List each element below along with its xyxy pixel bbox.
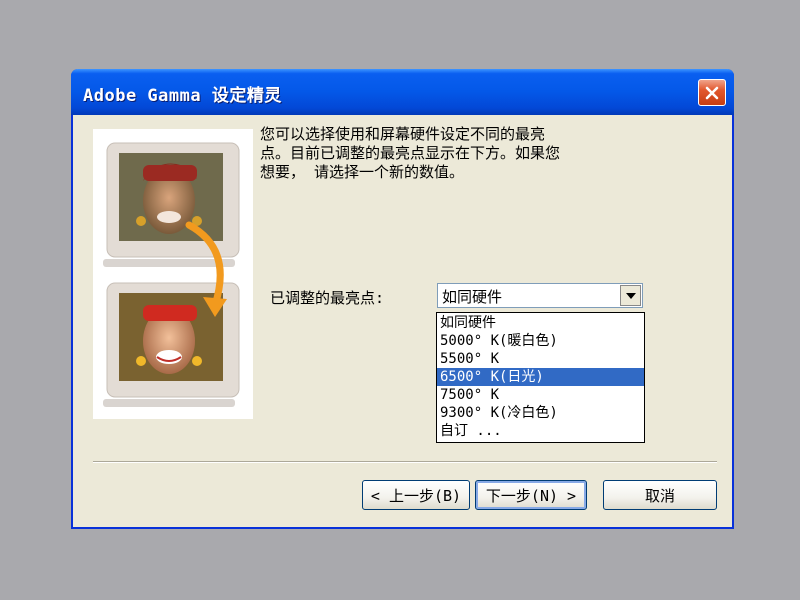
monitor-comparison-illustration xyxy=(103,142,240,407)
description-line: 点。目前已调整的最亮点显示在下方。如果您 xyxy=(260,144,561,162)
dropdown-option[interactable]: 自订 ... xyxy=(437,422,644,440)
dialog-content: 您可以选择使用和屏幕硬件设定不同的最亮 点。目前已调整的最亮点显示在下方。如果您… xyxy=(73,115,732,527)
dropdown-button[interactable] xyxy=(620,285,641,306)
next-button-label: 下一步(N) > xyxy=(485,486,577,505)
dropdown-option[interactable]: 如同硬件 xyxy=(437,314,644,332)
whitepoint-label: 已调整的最亮点: xyxy=(270,289,385,307)
next-button[interactable]: 下一步(N) > xyxy=(475,480,587,510)
dropdown-option[interactable]: 5000° K(暖白色) xyxy=(437,332,644,350)
cancel-button-label: 取消 xyxy=(644,486,675,505)
dialog-window: Adobe Gamma 设定精灵 您可以选择使用和屏幕硬件设定不同的最亮 点。目… xyxy=(71,69,734,529)
whitepoint-selected-value: 如同硬件 xyxy=(442,288,503,306)
cancel-button[interactable]: 取消 xyxy=(603,480,717,510)
whitepoint-select[interactable]: 如同硬件 xyxy=(437,283,643,308)
close-icon xyxy=(705,86,719,99)
whitepoint-dropdown-list: 如同硬件 5000° K(暖白色) 5500° K 6500° K(日光) 75… xyxy=(436,312,645,443)
title-bar[interactable]: Adobe Gamma 设定精灵 xyxy=(71,69,734,115)
dropdown-option-highlighted[interactable]: 6500° K(日光) xyxy=(437,368,644,386)
description-text: 您可以选择使用和屏幕硬件设定不同的最亮 点。目前已调整的最亮点显示在下方。如果您… xyxy=(260,125,660,182)
back-button-label: < 上一步(B) xyxy=(370,486,462,505)
dropdown-option[interactable]: 5500° K xyxy=(437,350,644,368)
description-line: 您可以选择使用和屏幕硬件设定不同的最亮 xyxy=(260,125,546,143)
dropdown-option[interactable]: 9300° K(冷白色) xyxy=(437,404,644,422)
description-line: 想要， 请选择一个新的数值。 xyxy=(260,163,465,181)
window-title: Adobe Gamma 设定精灵 xyxy=(83,86,282,106)
dropdown-option[interactable]: 7500° K xyxy=(437,386,644,404)
close-button[interactable] xyxy=(698,79,726,106)
chevron-down-icon xyxy=(625,292,636,299)
back-button[interactable]: < 上一步(B) xyxy=(362,480,470,510)
gamma-preview-image xyxy=(93,129,253,419)
footer-divider xyxy=(93,461,717,463)
